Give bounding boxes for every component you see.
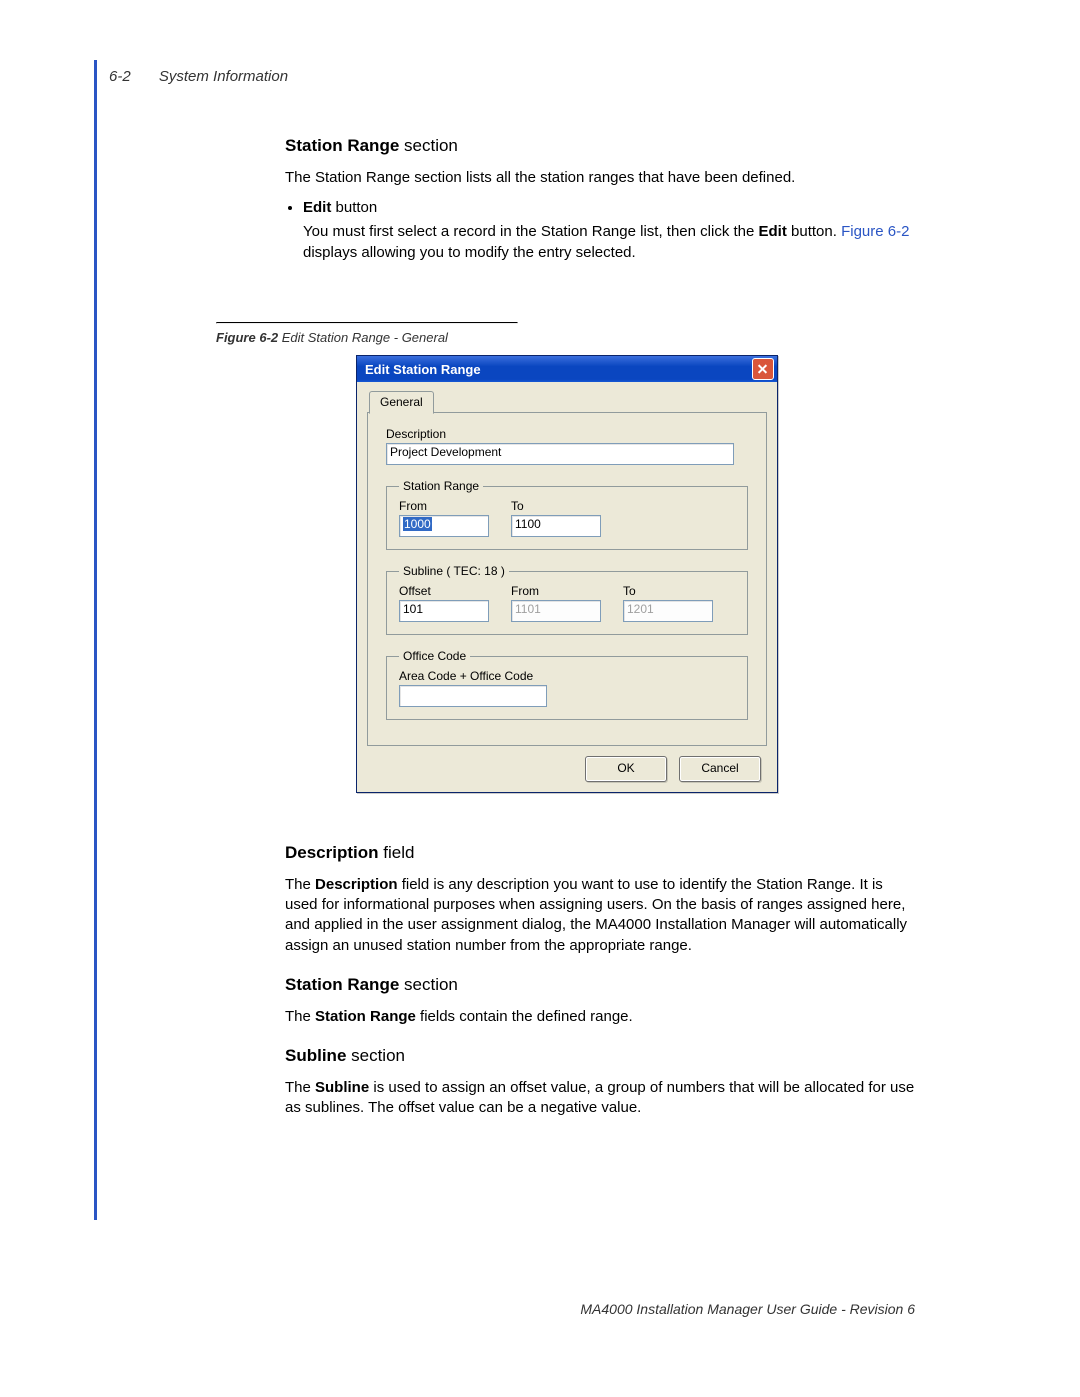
close-icon[interactable] bbox=[752, 358, 774, 380]
page-number: 6-2 bbox=[109, 68, 131, 85]
input-office-code[interactable] bbox=[399, 685, 547, 707]
input-sub-offset[interactable]: 101 bbox=[399, 600, 489, 622]
running-footer: MA4000 Installation Manager User Guide -… bbox=[580, 1301, 915, 1317]
running-header: 6-2 System Information bbox=[109, 68, 288, 85]
section-name: System Information bbox=[159, 68, 288, 85]
legend-subline: Subline ( TEC: 18 ) bbox=[399, 564, 509, 578]
heading-subline: Subline section bbox=[285, 1045, 915, 1068]
dialog-button-row: OK Cancel bbox=[367, 746, 767, 782]
legend-office-code: Office Code bbox=[399, 649, 470, 663]
group-subline: Subline ( TEC: 18 ) Offset 101 From 1101 bbox=[386, 564, 748, 635]
tab-general[interactable]: General bbox=[369, 391, 434, 414]
input-description[interactable]: Project Development bbox=[386, 443, 734, 465]
bullet-list: Edit button You must first select a reco… bbox=[303, 198, 915, 263]
dialog-client-area: General Description Project Development … bbox=[357, 382, 777, 792]
para-description-field: The Description field is any description… bbox=[285, 875, 915, 956]
para-station-range-intro: The Station Range section lists all the … bbox=[285, 168, 915, 188]
input-sub-from: 1101 bbox=[511, 600, 601, 622]
label-sr-from: From bbox=[399, 499, 489, 513]
page: 6-2 System Information Station Range sec… bbox=[0, 0, 1080, 1397]
heading-station-range: Station Range section bbox=[285, 135, 915, 158]
bullet-edit-button: Edit button You must first select a reco… bbox=[303, 198, 915, 263]
legend-station-range: Station Range bbox=[399, 479, 483, 493]
figure-6-2: Figure 6-2 Edit Station Range - General … bbox=[216, 322, 916, 793]
figure-caption: Figure 6-2 Edit Station Range - General bbox=[216, 330, 916, 345]
cancel-button[interactable]: Cancel bbox=[679, 756, 761, 782]
tab-panel-general: Description Project Development Station … bbox=[367, 413, 767, 746]
section-description-field: Description field The Description field … bbox=[285, 842, 915, 1129]
heading-description-field: Description field bbox=[285, 842, 915, 865]
group-station-range: Station Range From 1000 To 1100 bbox=[386, 479, 748, 550]
dialog-titlebar[interactable]: Edit Station Range bbox=[357, 356, 777, 382]
ok-button[interactable]: OK bbox=[585, 756, 667, 782]
para-station-range-2: The Station Range fields contain the def… bbox=[285, 1007, 915, 1027]
label-sr-to: To bbox=[511, 499, 601, 513]
label-sub-from: From bbox=[511, 584, 601, 598]
figure-top-rule bbox=[216, 322, 518, 324]
bullet-edit-desc: You must first select a record in the St… bbox=[303, 222, 915, 263]
xref-figure-6-2[interactable]: Figure 6-2 bbox=[841, 223, 909, 240]
tab-strip: General bbox=[367, 390, 767, 413]
label-office-code: Area Code + Office Code bbox=[399, 669, 735, 683]
input-sr-from[interactable]: 1000 bbox=[399, 515, 489, 537]
dialog-title: Edit Station Range bbox=[365, 362, 481, 377]
dialog-edit-station-range: Edit Station Range General Description P… bbox=[356, 355, 778, 793]
label-description: Description bbox=[386, 427, 748, 441]
para-subline: The Subline is used to assign an offset … bbox=[285, 1078, 915, 1119]
section-station-range-intro: Station Range section The Station Range … bbox=[285, 135, 915, 271]
input-sub-to: 1201 bbox=[623, 600, 713, 622]
input-sr-to[interactable]: 1100 bbox=[511, 515, 601, 537]
label-sub-offset: Offset bbox=[399, 584, 489, 598]
label-sub-to: To bbox=[623, 584, 713, 598]
heading-station-range-2: Station Range section bbox=[285, 974, 915, 997]
left-margin-rule bbox=[94, 60, 97, 1220]
group-office-code: Office Code Area Code + Office Code bbox=[386, 649, 748, 720]
